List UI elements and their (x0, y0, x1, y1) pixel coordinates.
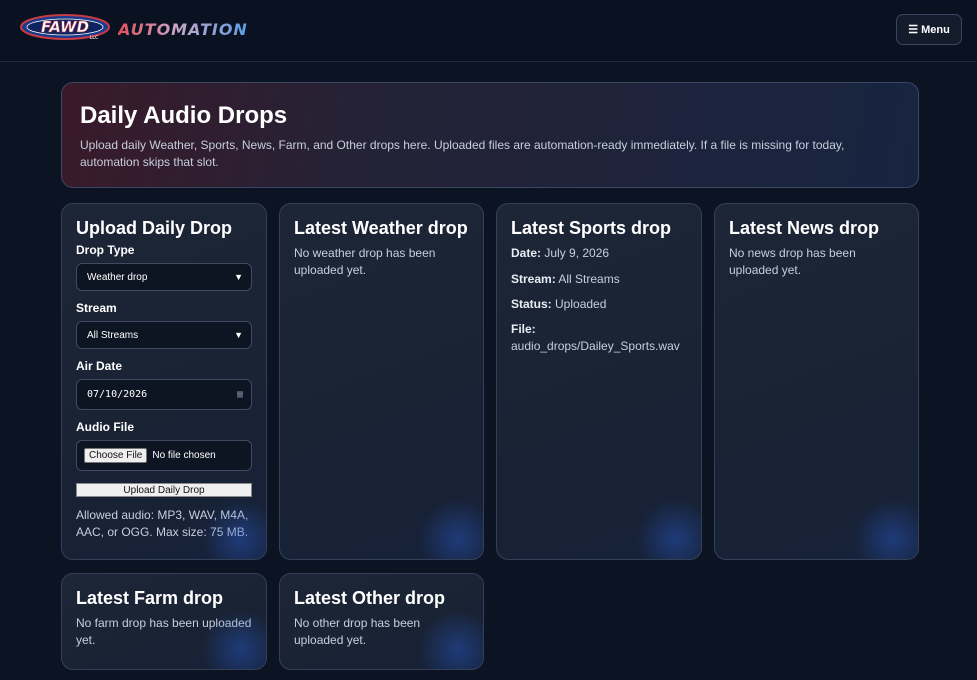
sports-date: Date: July 9, 2026 (511, 246, 610, 260)
top-bar: FAWD LLC AUTOMATION ☰ Menu (0, 0, 977, 62)
card-glow (413, 499, 483, 559)
choose-file-button[interactable]: Choose File (84, 448, 148, 463)
sports-file: File: audio_drops/Dailey_Sports.wav (511, 322, 680, 353)
farm-empty-message: No farm drop has been uploaded yet. (76, 616, 252, 647)
chevron-down-icon: ▼ (234, 330, 243, 340)
farm-card-title: Latest Farm drop (76, 588, 224, 608)
stream-value: All Streams (87, 329, 139, 341)
stream-select[interactable]: All Streams ▼ (76, 321, 252, 349)
other-card: Latest Other drop No other drop has been… (279, 573, 484, 670)
sports-stream: Stream: All Streams (511, 272, 620, 286)
page-hero: Daily Audio Drops Upload daily Weather, … (61, 82, 919, 188)
calendar-icon[interactable]: ▦ (237, 389, 243, 400)
no-file-text: No file chosen (152, 450, 216, 461)
brand-title: AUTOMATION (118, 20, 248, 39)
fawd-logo[interactable]: FAWD LLC (20, 13, 110, 41)
weather-card: Latest Weather drop No weather drop has … (279, 203, 484, 560)
stream-label: Stream (76, 301, 117, 315)
card-glow (631, 499, 701, 559)
drop-type-label: Drop Type (76, 243, 135, 257)
weather-empty-message: No weather drop has been uploaded yet. (294, 246, 436, 277)
audio-file-input[interactable]: Choose File No file chosen (76, 440, 252, 471)
sports-card-title: Latest Sports drop (511, 218, 672, 238)
audio-file-label: Audio File (76, 420, 134, 434)
upload-card-title: Upload Daily Drop (76, 218, 233, 238)
upload-daily-drop-button[interactable]: Upload Daily Drop (76, 483, 252, 497)
news-card: Latest News drop No news drop has been u… (714, 203, 919, 560)
page-description: Upload daily Weather, Sports, News, Farm… (80, 138, 845, 169)
drop-type-value: Weather drop (87, 271, 148, 283)
chevron-down-icon: ▼ (234, 272, 243, 282)
sports-file-path: audio_drops/Dailey_Sports.wav (511, 339, 680, 353)
upload-card: Upload Daily Drop Drop Type Weather drop… (61, 203, 267, 560)
card-glow (848, 499, 918, 559)
hamburger-icon: ☰ (908, 24, 919, 36)
menu-button[interactable]: ☰ Menu (896, 14, 962, 45)
sports-status: Status: Uploaded (511, 297, 607, 311)
menu-label: Menu (921, 23, 950, 36)
news-card-title: Latest News drop (729, 218, 880, 238)
allowed-audio-note: Allowed audio: MP3, WAV, M4A, AAC, or OG… (76, 508, 249, 539)
other-empty-message: No other drop has been uploaded yet. (294, 616, 421, 647)
air-date-input[interactable]: 07/10/2026 ▦ (76, 379, 252, 410)
farm-card: Latest Farm drop No farm drop has been u… (61, 573, 267, 670)
news-empty-message: No news drop has been uploaded yet. (729, 246, 856, 277)
other-card-title: Latest Other drop (294, 588, 446, 608)
sports-card: Latest Sports drop Date: July 9, 2026 St… (496, 203, 702, 560)
air-date-value: 07/10/2026 (87, 389, 148, 400)
page-title: Daily Audio Drops (80, 102, 288, 129)
logo-subtext: LLC (89, 35, 99, 41)
air-date-label: Air Date (76, 359, 123, 373)
weather-card-title: Latest Weather drop (294, 218, 468, 238)
logo-text: FAWD (41, 18, 89, 36)
drop-type-select[interactable]: Weather drop ▼ (76, 263, 252, 291)
